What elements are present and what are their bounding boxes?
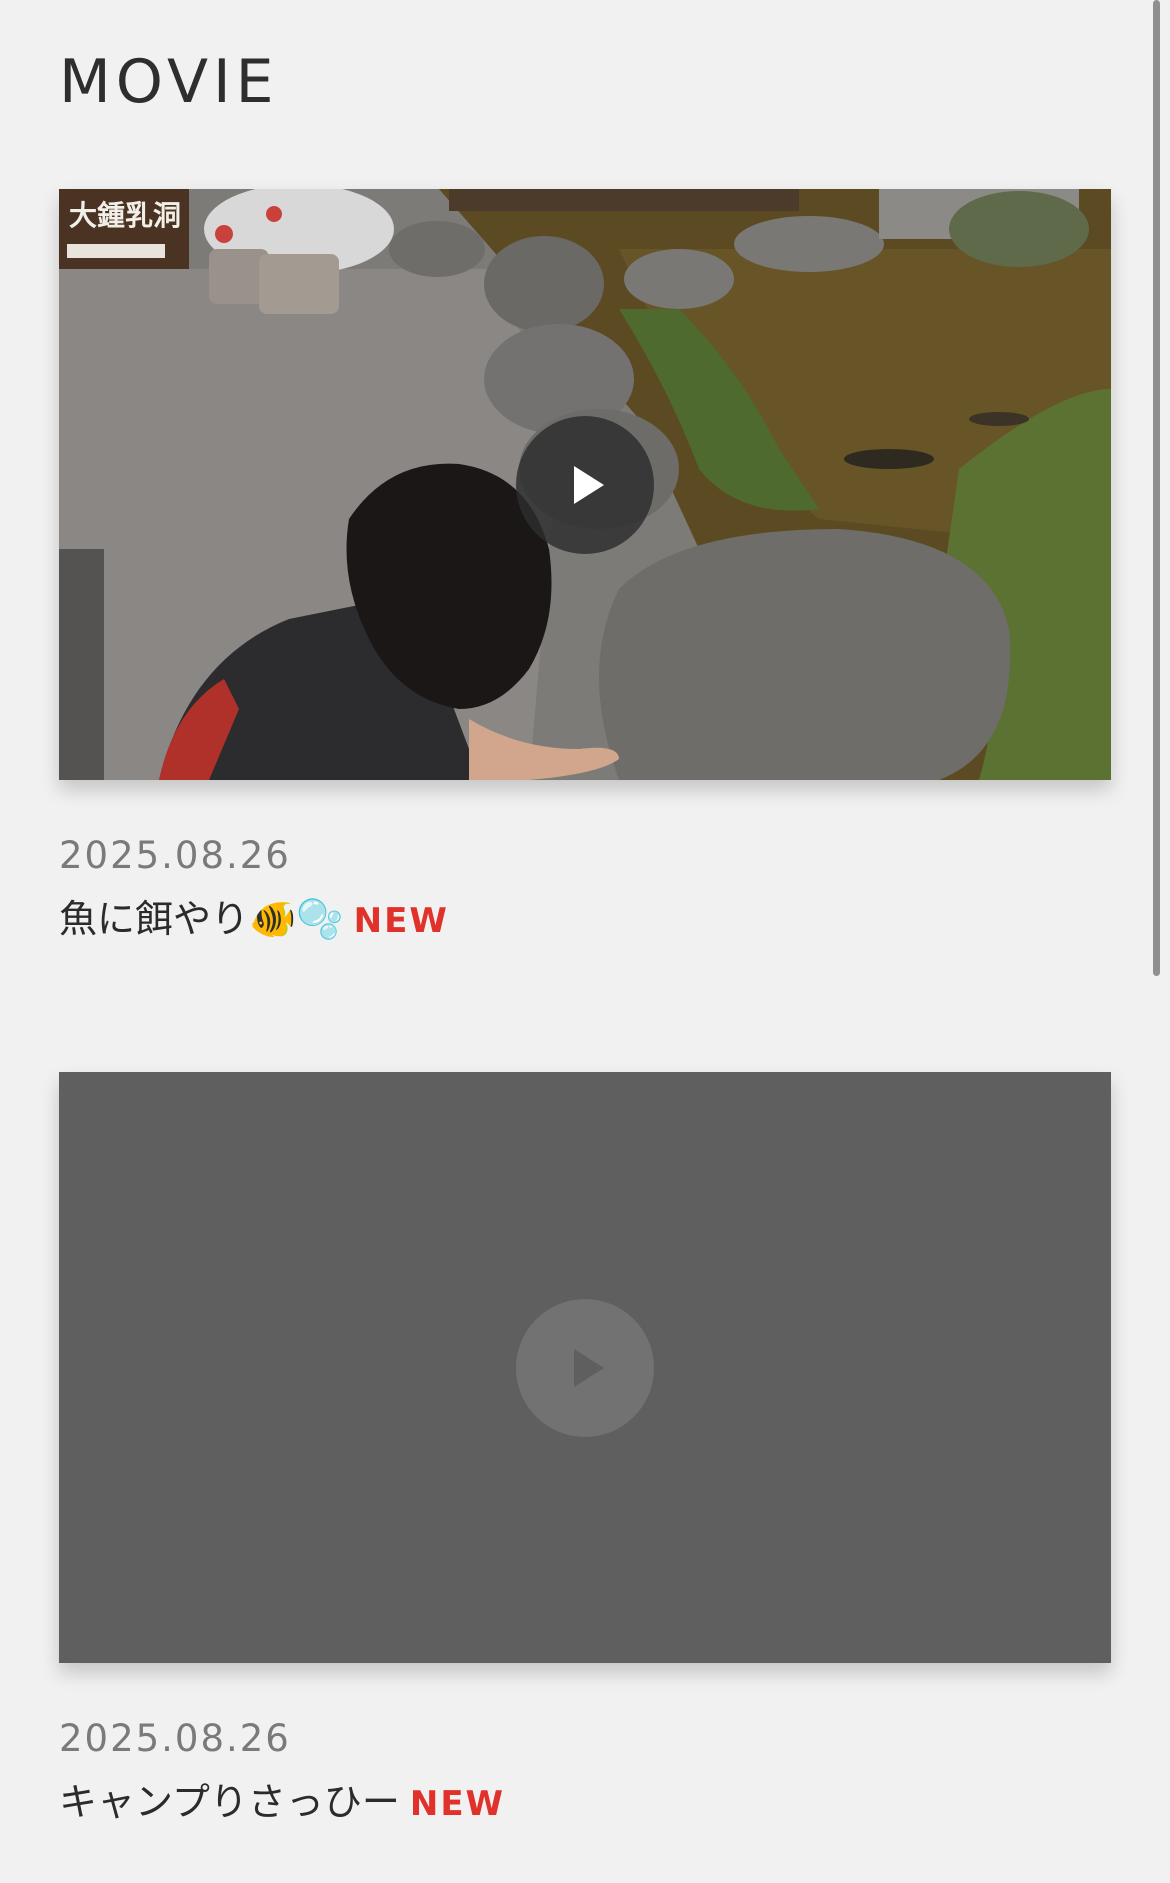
page-title: MOVIE — [59, 47, 279, 117]
video-thumbnail[interactable]: 大鍾乳洞 — [59, 189, 1111, 780]
sign-text: 大鍾乳洞 — [69, 199, 181, 232]
new-badge: NEW — [353, 901, 449, 941]
movie-title-row[interactable]: 魚に餌やり🐠🫧 NEW — [59, 895, 449, 945]
movie-card[interactable]: 2025.08.26 キャンプりさっひー NEW — [59, 1072, 1111, 1824]
play-button[interactable] — [516, 416, 654, 554]
movie-date: 2025.08.26 — [59, 1717, 291, 1760]
movie-title: キャンプりさっひー — [59, 1780, 400, 1824]
new-badge: NEW — [409, 1784, 506, 1824]
play-icon — [574, 466, 604, 504]
play-button[interactable] — [516, 1299, 654, 1437]
movie-date: 2025.08.26 — [59, 834, 291, 877]
movie-card[interactable]: 大鍾乳洞 2025.08.26 魚に餌やり🐠🫧 NEW — [59, 189, 1111, 941]
movie-title: 魚に餌やり🐠🫧 — [59, 897, 344, 941]
play-icon — [574, 1349, 604, 1387]
movie-page: MOVIE 大鍾乳洞 2025.08.26 魚に餌やり🐠🫧 NEW 2025.0… — [0, 0, 1170, 1883]
video-thumbnail[interactable] — [59, 1072, 1111, 1663]
scrollbar[interactable] — [1153, 0, 1160, 976]
movie-title-row[interactable]: キャンプりさっひー NEW — [59, 1778, 505, 1828]
